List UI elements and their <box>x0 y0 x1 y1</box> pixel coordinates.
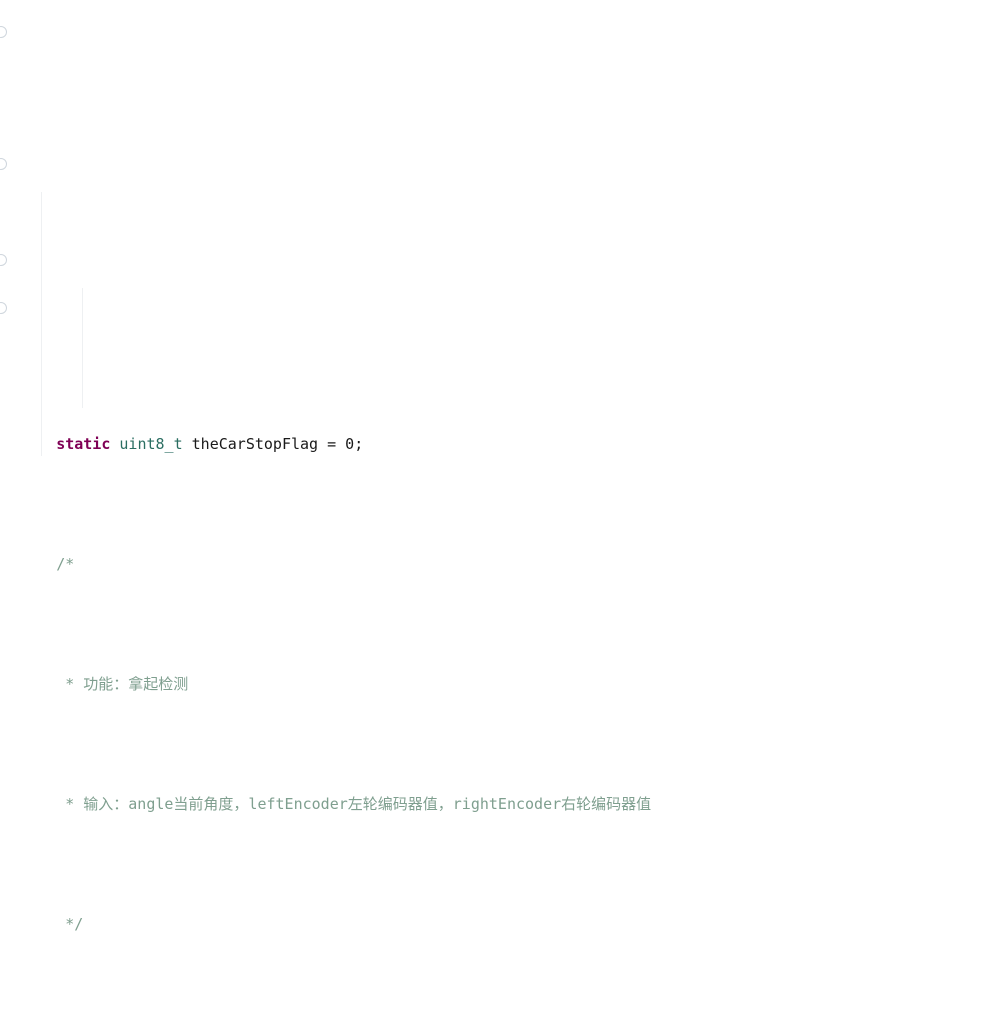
fold-marker-icon[interactable] <box>0 158 7 170</box>
code-line[interactable]: static uint8_t PickUpisOK = 0 ; <box>0 1008 988 1020</box>
code-text: theCarStopFlag = 0; <box>182 435 364 453</box>
fold-marker-icon[interactable] <box>0 254 7 266</box>
code-line[interactable]: * 功能：拿起检测 <box>0 648 988 693</box>
keyword-static: static <box>56 435 111 453</box>
fold-marker-icon[interactable] <box>0 26 7 38</box>
code-line[interactable]: * 输入：angle当前角度，leftEncoder左轮编码器值，rightEn… <box>0 768 988 813</box>
code-line[interactable]: /* <box>0 528 988 573</box>
code-line[interactable]: static uint8_t theCarStopFlag = 0; <box>0 408 988 453</box>
comment-text: * 输入：angle当前角度，leftEncoder左轮编码器值，rightEn… <box>56 795 652 813</box>
comment-text: * 功能：拿起检测 <box>56 675 189 693</box>
comment-text: */ <box>56 915 84 933</box>
type-uint8t: uint8_t <box>119 435 183 453</box>
comment-text: /* <box>56 555 75 573</box>
code-editor[interactable]: static uint8_t theCarStopFlag = 0; /* * … <box>0 0 988 933</box>
code-line[interactable]: */ <box>0 888 988 933</box>
